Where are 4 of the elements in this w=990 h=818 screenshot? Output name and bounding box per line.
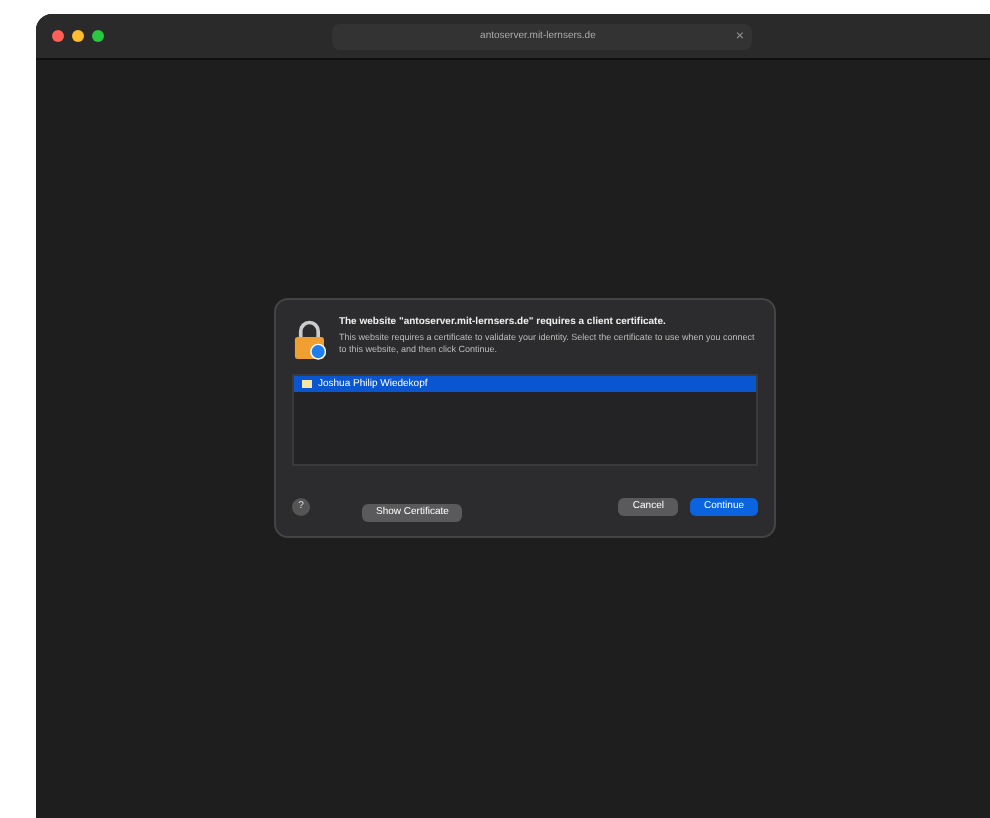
zoom-button[interactable] bbox=[92, 30, 104, 42]
minimize-button[interactable] bbox=[72, 30, 84, 42]
certificate-icon bbox=[302, 380, 312, 388]
close-button[interactable] bbox=[52, 30, 64, 42]
